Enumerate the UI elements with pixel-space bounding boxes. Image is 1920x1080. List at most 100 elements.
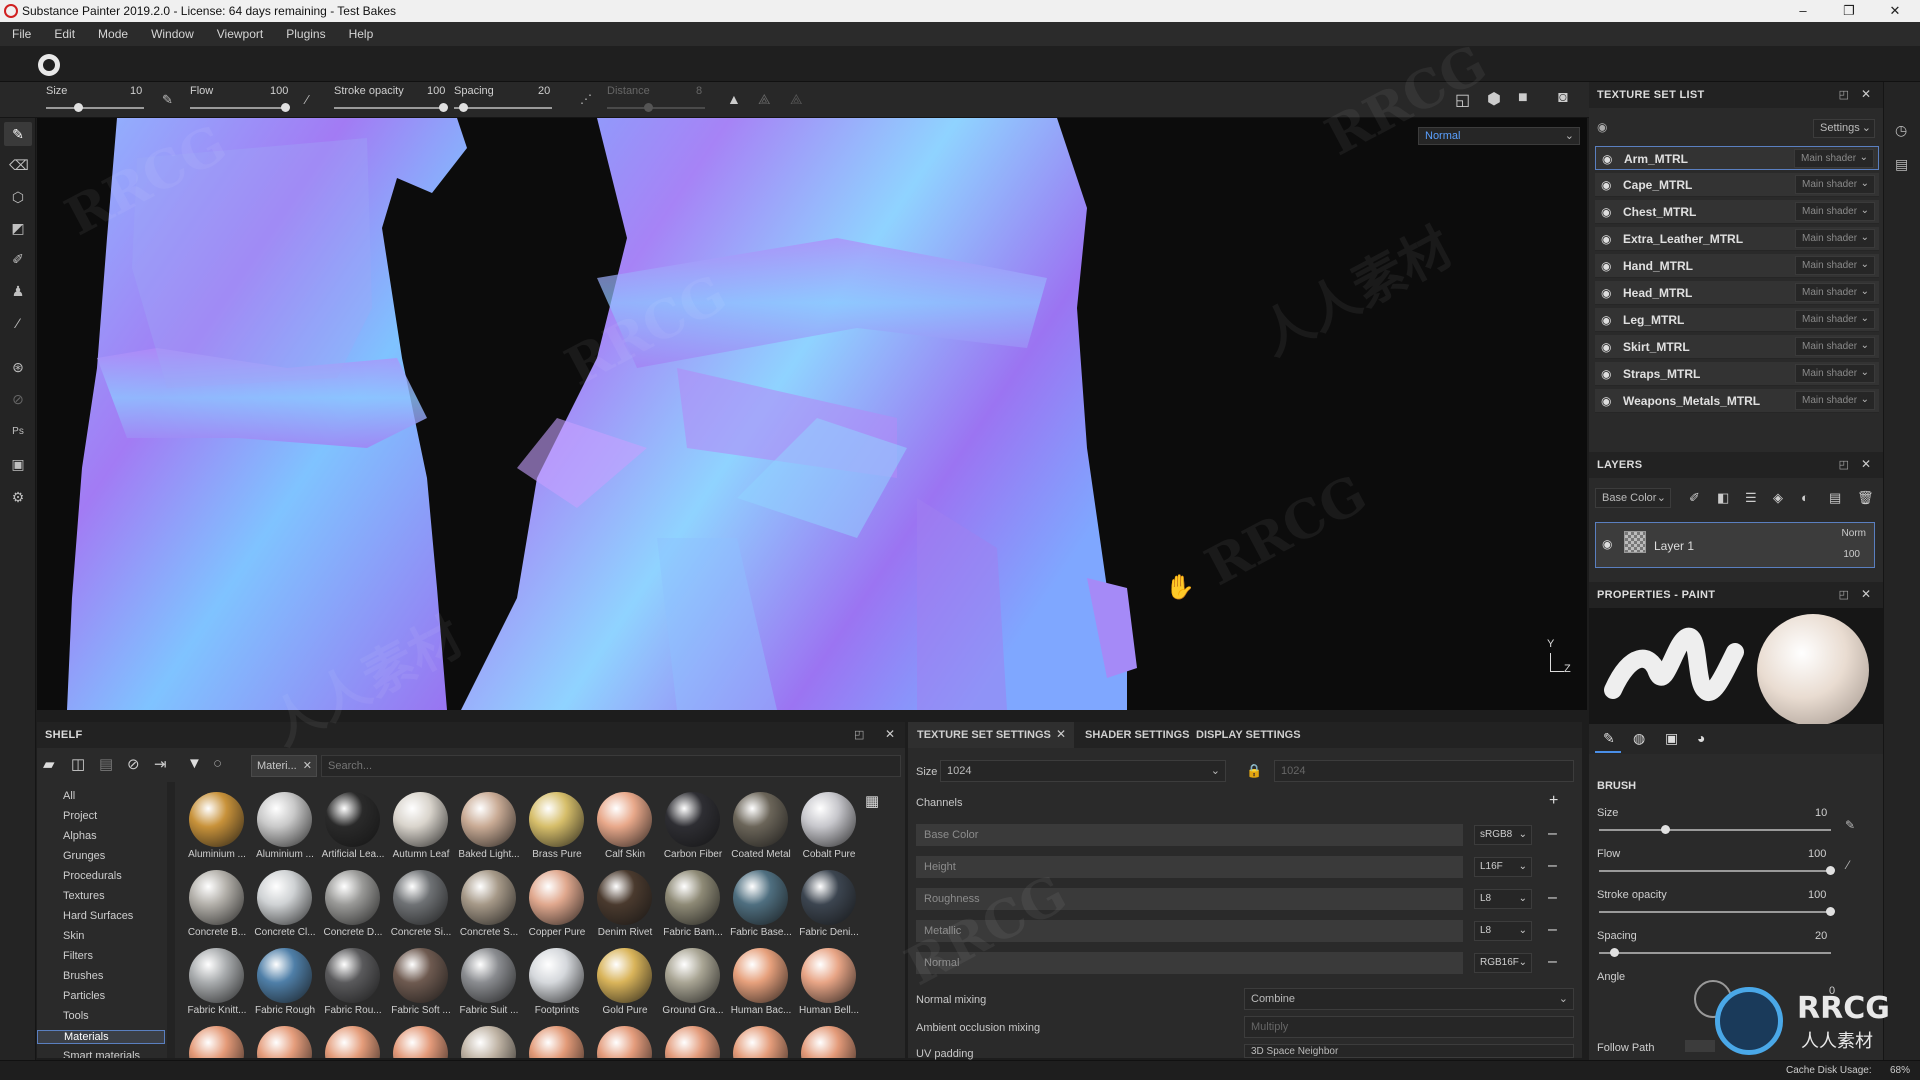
stroke-opacity-slider[interactable] — [334, 107, 446, 109]
material-thumbnail[interactable]: Gold Pure — [595, 948, 653, 1024]
bake-icon[interactable]: ⊛ — [9, 358, 27, 376]
material-thumbnail[interactable] — [527, 1026, 585, 1058]
menu-viewport[interactable]: Viewport — [217, 27, 263, 41]
remove-channel-icon[interactable]: – — [1548, 856, 1557, 876]
ao-mixing-select[interactable]: Multiply — [1244, 1016, 1574, 1038]
material-thumbnail[interactable]: Human Bell... — [799, 948, 859, 1024]
flow-slider[interactable] — [190, 107, 288, 109]
material-thumbnail[interactable]: Ground Gra... — [662, 948, 724, 1024]
shelf-category-item[interactable]: Materials — [37, 1030, 165, 1044]
pen-pressure-icon[interactable]: ✎ — [162, 92, 173, 108]
float-panel-icon[interactable]: ◰ — [1839, 458, 1849, 471]
add-folder-icon[interactable]: ▤ — [1829, 490, 1841, 506]
lock-icon[interactable]: 🔒 — [1246, 763, 1262, 779]
material-thumbnail[interactable]: Coated Metal — [731, 792, 791, 868]
menu-window[interactable]: Window — [151, 27, 194, 41]
material-thumbnail[interactable]: Concrete Cl... — [254, 870, 316, 946]
material-thumbnail[interactable]: Footprints — [527, 948, 585, 1024]
shelf-category-item[interactable]: Procedurals — [63, 870, 122, 882]
channel-format-select[interactable]: sRGB8 ⌄ — [1474, 825, 1532, 845]
texture-set-settings-dropdown[interactable]: Settings ⌄ — [1813, 119, 1875, 138]
folder-icon[interactable]: ▰ — [43, 755, 55, 773]
material-thumbnail[interactable]: Artificial Lea... — [322, 792, 384, 868]
spacing-value[interactable]: 20 — [538, 85, 550, 97]
material-thumbnail[interactable]: Fabric Rough — [255, 948, 315, 1024]
eye-icon[interactable]: ◉ — [1601, 286, 1611, 300]
add-effect-icon[interactable]: ✐ — [1689, 490, 1700, 506]
texture-set-row[interactable]: ◉ Arm_MTRL Main shader ⌄ — [1595, 146, 1879, 170]
distance-value[interactable]: 8 — [696, 85, 702, 97]
hide-icon[interactable]: ⊘ — [127, 755, 140, 773]
log-icon[interactable]: ▤ — [1895, 156, 1908, 173]
material-tab-icon[interactable]: ◕ — [1697, 730, 1705, 746]
uv-padding-select[interactable]: 3D Space Neighbor — [1244, 1044, 1574, 1058]
material-thumbnail[interactable]: Calf Skin — [595, 792, 653, 868]
material-thumbnail[interactable]: Copper Pure — [527, 870, 585, 946]
material-thumbnail[interactable]: Human Bac... — [731, 948, 791, 1024]
close-panel-icon[interactable]: ✕ — [885, 727, 895, 741]
distance-slider[interactable] — [607, 107, 705, 109]
remove-channel-icon[interactable]: – — [1548, 952, 1557, 972]
camera-2d-icon[interactable]: ◱ — [1455, 90, 1470, 110]
close-panel-icon[interactable]: ✕ — [1861, 87, 1871, 101]
channel-format-select[interactable]: L8 ⌄ — [1474, 921, 1532, 941]
material-thumbnail[interactable] — [459, 1026, 517, 1058]
texture-set-row[interactable]: ◉ Leg_MTRL Main shader ⌄ — [1595, 308, 1879, 332]
size-slider[interactable] — [46, 107, 144, 109]
add-fill-layer-icon[interactable]: ◈ — [1773, 490, 1783, 506]
eye-icon[interactable]: ◉ — [1601, 259, 1611, 273]
spacing-slider[interactable] — [454, 107, 552, 109]
prop-spacing-slider-handle[interactable] — [1610, 948, 1619, 957]
material-thumbnail[interactable]: Fabric Base... — [730, 870, 792, 946]
shelf-category-item[interactable]: Alphas — [63, 830, 97, 842]
delete-layer-icon[interactable]: 🗑 — [1857, 490, 1874, 506]
iray-icon[interactable]: ⊘ — [9, 390, 27, 408]
library-icon[interactable]: ▤ — [99, 755, 113, 773]
visibility-toggle-icon[interactable]: ◉ — [1597, 120, 1607, 134]
shelf-category-item[interactable]: Smart materials — [63, 1050, 140, 1058]
shelf-category-item[interactable]: Tools — [63, 1010, 89, 1022]
settings-gear-icon[interactable]: ⚙ — [9, 488, 27, 506]
video-camera-icon[interactable]: ■ — [1518, 89, 1528, 107]
prop-stroke-opacity-slider[interactable] — [1599, 911, 1831, 913]
material-thumbnail[interactable]: Denim Rivet — [595, 870, 653, 946]
stroke-opacity-value[interactable]: 100 — [427, 85, 445, 97]
eraser-icon[interactable]: ⌫ — [9, 156, 29, 174]
eye-icon[interactable]: ◉ — [1601, 232, 1611, 246]
channel-format-select[interactable]: L16F ⌄ — [1474, 857, 1532, 877]
clone-stamp-icon[interactable]: ♟ — [9, 282, 27, 300]
material-thumbnail[interactable]: Fabric Bam... — [663, 870, 723, 946]
shelf-search-input[interactable] — [321, 755, 901, 777]
spacing-slider-handle[interactable] — [459, 103, 468, 112]
material-thumbnail[interactable]: Concrete Si... — [391, 870, 451, 946]
material-thumbnail[interactable]: Fabric Knitt... — [187, 948, 246, 1024]
material-thumbnail[interactable]: Autumn Leaf — [391, 792, 449, 868]
lazy-mouse-icon[interactable]: ⋰ — [580, 92, 592, 106]
float-panel-icon[interactable]: ◰ — [1839, 588, 1849, 601]
close-window-button[interactable]: ✕ — [1872, 0, 1918, 22]
texture-set-row[interactable]: ◉ Hand_MTRL Main shader ⌄ — [1595, 254, 1879, 278]
texture-set-row[interactable]: ◉ Weapons_Metals_MTRL Main shader ⌄ — [1595, 389, 1879, 413]
shelf-category-item[interactable]: Filters — [63, 950, 93, 962]
flow-slider-handle[interactable] — [281, 103, 290, 112]
remove-channel-icon[interactable]: – — [1548, 888, 1557, 908]
float-panel-icon[interactable]: ◰ — [1839, 88, 1849, 101]
prop-size-value[interactable]: 10 — [1815, 807, 1827, 819]
shelf-category-item[interactable]: All — [63, 790, 75, 802]
close-panel-icon[interactable]: ✕ — [1861, 587, 1871, 601]
tab-display-settings[interactable]: DISPLAY SETTINGS — [1196, 722, 1301, 748]
maximize-button[interactable]: ❐ — [1826, 0, 1872, 22]
material-thumbnail[interactable] — [663, 1026, 721, 1058]
layer-blend-mode[interactable]: Norm — [1842, 528, 1866, 539]
display-mode-select[interactable]: Normal ⌄ — [1418, 127, 1580, 145]
eye-icon[interactable]: ◉ — [1601, 367, 1611, 381]
filter-icon[interactable]: ▼ — [187, 755, 202, 772]
stencil-tab-icon[interactable]: ▣ — [1665, 730, 1678, 747]
eye-icon[interactable]: ◉ — [1601, 205, 1611, 219]
texture-size-select[interactable]: 1024 ⌄ — [940, 760, 1226, 782]
minimize-button[interactable]: – — [1780, 0, 1826, 22]
material-thumbnail[interactable]: Fabric Suit ... — [459, 948, 518, 1024]
texture-set-row[interactable]: ◉ Head_MTRL Main shader ⌄ — [1595, 281, 1879, 305]
eye-icon[interactable]: ◉ — [1602, 152, 1612, 166]
layer-row[interactable]: ◉ Layer 1 Norm 100 — [1595, 522, 1875, 568]
